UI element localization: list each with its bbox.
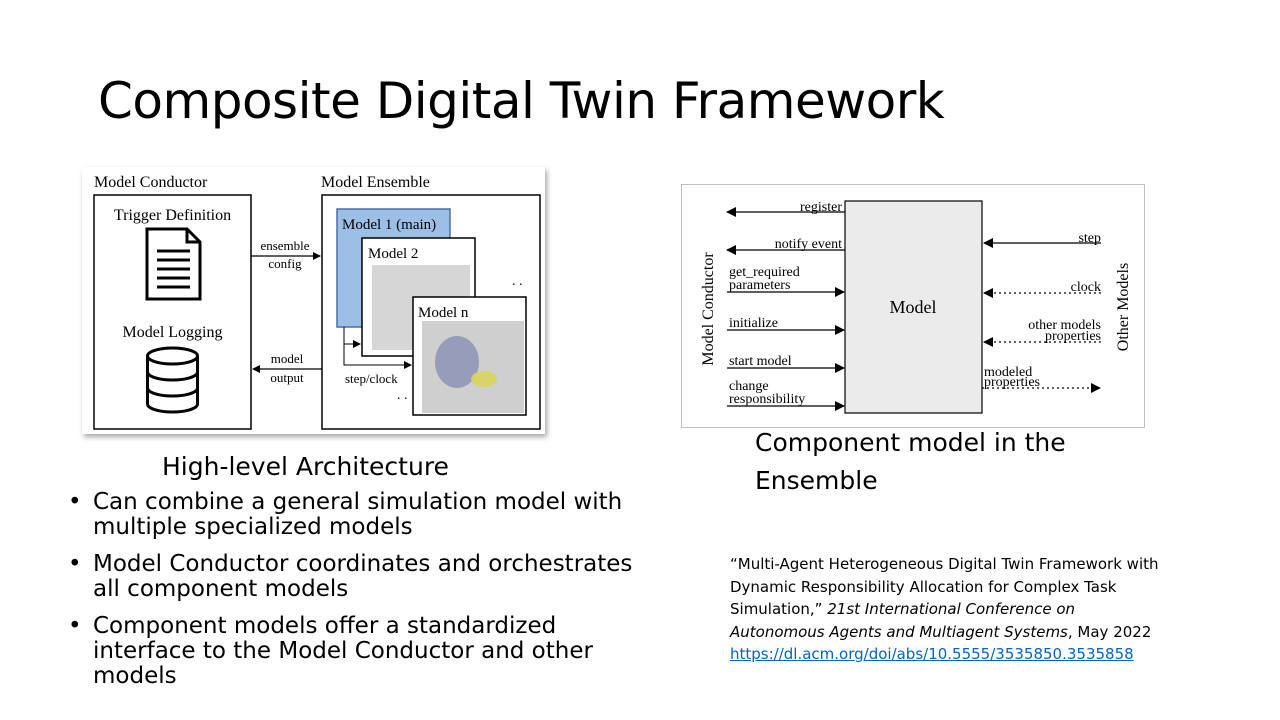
- model-2-label: Model 2: [368, 246, 418, 262]
- step-clock-label: step/clock: [345, 371, 398, 386]
- change-resp-label-2: responsibility: [729, 392, 805, 407]
- register-label: register: [800, 200, 842, 215]
- ensemble-config-label-1: ensemble: [260, 238, 309, 253]
- conductor-title: Model Conductor: [94, 174, 208, 191]
- step-label: step: [1078, 231, 1101, 246]
- other-models-axis-label: Other Models: [1115, 263, 1132, 351]
- component-figure: Model Model Conductor Other Models regis…: [681, 184, 1145, 428]
- citation: “Multi-Agent Heterogeneous Digital Twin …: [730, 553, 1170, 666]
- bullet-item: Can combine a general simulation model w…: [66, 490, 656, 540]
- initialize-label: initialize: [729, 316, 778, 331]
- architecture-caption: High-level Architecture: [162, 452, 449, 481]
- get-required-label-2: parameters: [729, 278, 790, 293]
- citation-link[interactable]: https://dl.acm.org/doi/abs/10.5555/35358…: [730, 645, 1134, 663]
- ensemble-config-label-2: config: [268, 256, 302, 271]
- model-1-label: Model 1 (main): [342, 217, 436, 233]
- slide-title: Composite Digital Twin Framework: [98, 72, 945, 130]
- bullet-item: Component models offer a standardized in…: [66, 614, 656, 689]
- ellipsis-bottom: . .: [397, 388, 408, 403]
- model-output-label-1: model: [271, 351, 304, 366]
- bullet-item: Model Conductor coordinates and orchestr…: [66, 552, 656, 602]
- model-n-label: Model n: [418, 305, 469, 321]
- trigger-label: Trigger Definition: [114, 207, 231, 224]
- model-box-label: Model: [890, 297, 937, 317]
- citation-date: , May 2022: [1067, 622, 1152, 641]
- ensemble-title: Model Ensemble: [321, 174, 430, 191]
- conductor-axis-label: Model Conductor: [700, 252, 717, 366]
- component-caption: Component model in the Ensemble: [755, 428, 1066, 495]
- architecture-figure: Model Conductor Trigger Definition Model…: [82, 167, 545, 434]
- model-output-label-2: output: [270, 370, 304, 385]
- yellow-object: [471, 371, 497, 387]
- other-models-label-2: properties: [1045, 329, 1101, 344]
- start-model-label: start model: [729, 354, 792, 369]
- bullet-list: Can combine a general simulation model w…: [66, 490, 656, 701]
- ellipsis-top: . .: [512, 274, 523, 289]
- notify-event-label: notify event: [775, 237, 842, 252]
- logging-label: Model Logging: [123, 324, 223, 341]
